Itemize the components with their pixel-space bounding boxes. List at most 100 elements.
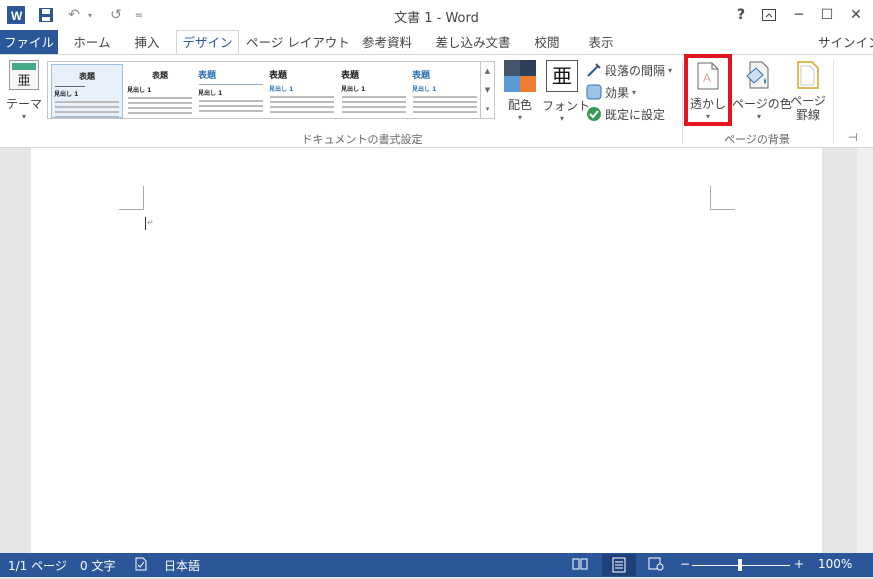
undo-icon[interactable]: ↶ — [64, 5, 84, 25]
page-borders-icon — [797, 61, 819, 89]
themes-dropdown-icon: ▾ — [21, 112, 26, 121]
maximize-button[interactable]: ☐ — [814, 4, 840, 26]
style-set-title: 表題 — [412, 71, 431, 81]
customize-glyph: = — [134, 9, 144, 21]
style-set-heading: 見出し 1 — [127, 87, 152, 94]
gallery-up-icon[interactable]: ▲ — [481, 62, 494, 81]
redo-icon[interactable]: ↺ — [106, 5, 126, 25]
group-separator — [833, 60, 834, 144]
page-borders-label-line2: 罫線 — [795, 108, 820, 122]
zoom-in-button[interactable]: + — [794, 557, 804, 571]
watermark-dropdown-icon: ▾ — [705, 112, 710, 121]
document-page[interactable]: ↵ — [31, 148, 822, 553]
tab-insert[interactable]: 挿入 — [124, 30, 170, 55]
save-icon[interactable] — [36, 5, 56, 25]
ribbon-display-icon — [762, 9, 776, 21]
margin-mark-top-left — [119, 209, 143, 210]
effects-icon — [586, 84, 602, 100]
fonts-dropdown-icon: ▾ — [559, 114, 564, 123]
tab-mailings[interactable]: 差し込み文書 — [430, 30, 516, 55]
tab-design[interactable]: デザイン — [176, 30, 239, 56]
style-set-title: 表題 — [152, 71, 168, 80]
proofing-icon[interactable] — [134, 557, 148, 574]
minimize-button[interactable]: ─ — [786, 4, 812, 26]
style-set-item[interactable]: 表題 見出し 1 — [410, 64, 480, 116]
fonts-label: フォント — [542, 99, 591, 113]
page-borders-button[interactable]: ページ 罫線 — [788, 60, 828, 126]
set-as-default-button[interactable]: 既定に設定 — [586, 105, 665, 123]
page-color-button[interactable]: ページの色 ▾ — [732, 60, 792, 126]
effects-dropdown-icon: ▾ — [632, 87, 637, 97]
effects-button[interactable]: 効果 ▾ — [586, 83, 636, 101]
zoom-slider-thumb[interactable] — [738, 559, 742, 571]
tab-home[interactable]: ホーム — [64, 30, 120, 55]
read-mode-icon[interactable] — [572, 556, 590, 574]
themes-label: テーマ — [5, 97, 42, 111]
help-button[interactable]: ? — [728, 4, 754, 26]
watermark-icon: A — [697, 62, 719, 90]
style-set-title: 表題 — [269, 71, 288, 81]
document-formatting-group-label: ドキュメントの書式設定 — [301, 133, 423, 146]
zoom-level[interactable]: 100% — [818, 557, 852, 571]
themes-button[interactable]: 亜 テーマ ▾ — [4, 60, 44, 124]
style-set-title: 表題 — [79, 72, 95, 81]
style-set-heading: 見出し 1 — [54, 91, 79, 98]
signin-link[interactable]: サインイン — [818, 30, 873, 55]
style-set-item[interactable]: 表題 見出し 1 — [339, 64, 409, 116]
word-app-icon[interactable]: W — [6, 5, 26, 25]
customize-qat-icon[interactable]: = — [132, 5, 146, 25]
page-color-icon — [746, 61, 769, 89]
style-set-gallery[interactable]: 表題 見出し 1 表題 見出し 1 表題 見出し 1 表題 見出し 1 表題 見… — [47, 61, 481, 119]
vertical-scrollbar[interactable] — [857, 148, 873, 553]
theme-icon: 亜 — [9, 60, 39, 90]
web-layout-icon[interactable] — [648, 556, 666, 574]
print-layout-icon[interactable] — [602, 554, 636, 576]
page-count[interactable]: 1/1 ページ — [8, 557, 67, 574]
paragraph-spacing-label: 段落の間隔 — [605, 63, 666, 78]
paragraph-spacing-icon — [587, 63, 601, 77]
tab-file[interactable]: ファイル — [0, 30, 58, 55]
gallery-scroll: ▲ ▼ ▾ — [481, 61, 495, 119]
svg-text:A: A — [703, 71, 711, 85]
tab-page-layout[interactable]: ページ レイアウト — [246, 30, 350, 55]
undo-dropdown-icon[interactable]: ▾ — [84, 5, 96, 25]
style-set-item[interactable]: 表題 見出し 1 — [196, 64, 266, 116]
group-separator — [682, 60, 683, 144]
tab-review[interactable]: 校閲 — [524, 30, 570, 55]
word-count[interactable]: 0 文字 — [80, 557, 115, 574]
colors-dropdown-icon: ▾ — [517, 113, 522, 122]
margin-mark-top-right — [711, 209, 735, 210]
ribbon-display-options-button[interactable] — [756, 4, 782, 26]
set-as-default-label: 既定に設定 — [605, 107, 666, 122]
style-set-item[interactable]: 表題 見出し 1 — [51, 64, 123, 118]
language-indicator[interactable]: 日本語 — [164, 557, 200, 574]
margin-mark-top-right — [710, 186, 711, 210]
style-set-item[interactable]: 表題 見出し 1 — [125, 64, 195, 116]
style-set-heading: 見出し 1 — [412, 86, 437, 93]
close-button[interactable]: ✕ — [843, 4, 869, 26]
style-set-heading: 見出し 1 — [341, 86, 366, 93]
tab-references[interactable]: 参考資料 — [352, 30, 422, 55]
style-set-title: 表題 — [198, 71, 217, 81]
check-icon — [587, 107, 601, 121]
fonts-button[interactable]: 亜 フォント ▾ — [542, 60, 591, 126]
colors-button[interactable]: 配色 ▾ — [502, 60, 538, 126]
margin-mark-top-left — [143, 186, 144, 210]
style-set-title: 表題 — [341, 71, 360, 81]
paragraph-mark: ↵ — [147, 218, 154, 227]
paragraph-spacing-button[interactable]: 段落の間隔 ▾ — [586, 61, 672, 79]
gallery-down-icon[interactable]: ▼ — [481, 81, 494, 100]
pin-ribbon-icon[interactable]: ⊣ — [848, 131, 858, 144]
gallery-more-icon[interactable]: ▾ — [481, 100, 494, 119]
text-cursor — [145, 217, 146, 230]
style-set-item[interactable]: 表題 見出し 1 — [267, 64, 337, 116]
page-color-label: ページの色 — [732, 97, 792, 111]
theme-glyph: 亜 — [17, 74, 31, 89]
tab-view[interactable]: 表示 — [578, 30, 624, 55]
page-color-dropdown-icon: ▾ — [756, 112, 761, 121]
style-set-heading: 見出し 1 — [198, 90, 223, 97]
zoom-out-button[interactable]: − — [680, 557, 690, 571]
watermark-button[interactable]: A 透かし ▾ — [684, 54, 732, 126]
redo-glyph: ↺ — [110, 7, 122, 23]
colors-icon — [504, 60, 536, 92]
